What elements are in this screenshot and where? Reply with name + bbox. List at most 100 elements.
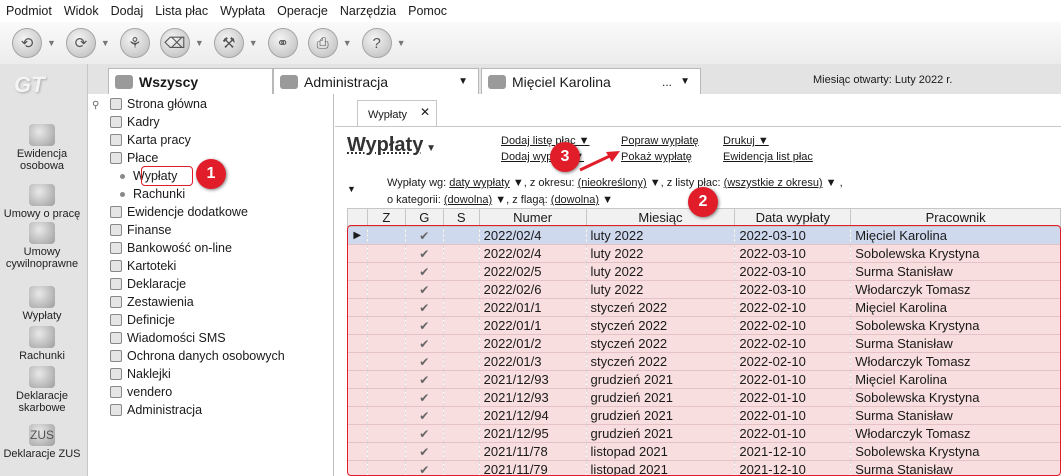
column-header[interactable]: Data wypłaty: [734, 208, 852, 227]
page-title[interactable]: Wypłaty ▼: [347, 134, 436, 157]
menu-item[interactable]: Pomoc: [408, 4, 447, 18]
table-row[interactable]: ✔ 2022/01/1 styczeń 2022 2022-02-10 Mięciel …: [347, 298, 1061, 317]
filter-list-value[interactable]: (wszystkie z okresu): [724, 177, 823, 189]
tab-administration[interactable]: Administracja ▼: [273, 68, 479, 94]
nav-item[interactable]: vendero: [110, 383, 172, 401]
filter-by-value[interactable]: daty wypłaty: [449, 177, 510, 189]
marker-2: 2: [688, 187, 718, 217]
toolbar-button[interactable]: ⟲ ▼: [12, 28, 56, 58]
menu-item[interactable]: Narzędzia: [340, 4, 396, 18]
toolbar-button[interactable]: ⌫ ▼: [159, 28, 204, 58]
column-header[interactable]: Numer: [478, 208, 587, 227]
tab-all-people[interactable]: Wszyscy: [108, 68, 273, 94]
menu-item[interactable]: Widok: [64, 4, 99, 18]
chevron-down-icon[interactable]: ▼: [47, 38, 56, 48]
toolbar-button[interactable]: ⚒ ▼: [213, 28, 258, 58]
nav-item[interactable]: Naklejki: [110, 365, 171, 383]
module-item[interactable]: Deklaracje skarbowe: [0, 366, 84, 414]
table-row[interactable]: ✔ 2021/11/78 listopad 2021 2021-12-10 Sobole…: [347, 442, 1061, 461]
nav-item[interactable]: Strona główna: [110, 95, 207, 113]
table-row[interactable]: ✔ 2022/01/1 styczeń 2022 2022-02-10 Sobolews…: [347, 316, 1061, 335]
print-link[interactable]: Drukuj ▼: [723, 135, 769, 147]
menu-item[interactable]: Operacje: [277, 4, 328, 18]
module-item[interactable]: Wypłaty: [0, 286, 84, 322]
flag-g-cell: ✔: [405, 370, 444, 389]
add-payroll-list-link[interactable]: Dodaj listę płac ▼: [501, 135, 590, 147]
payroll-registry-link[interactable]: Ewidencja list płac: [723, 151, 813, 163]
column-header[interactable]: G: [404, 208, 444, 227]
table-row[interactable]: ✔ 2021/12/93 grudzień 2021 2022-01-10 Sobole…: [347, 388, 1061, 407]
nav-item[interactable]: Administracja: [110, 401, 202, 419]
employee-cell: Mięciel Karolina: [850, 298, 1061, 317]
tab-person[interactable]: Mięciel Karolina ... ▼: [481, 68, 701, 94]
tab-divider: [335, 126, 1061, 127]
flag-z-cell: [367, 262, 406, 281]
filter-list-label: , z listy płac:: [660, 177, 721, 189]
module-item[interactable]: Rachunki: [0, 326, 84, 362]
module-item[interactable]: Umowy cywilnoprawne: [0, 222, 84, 270]
nav-item[interactable]: Rachunki: [120, 185, 185, 203]
table-row[interactable]: ✔ 2021/12/93 grudzień 2021 2022-01-10 Mięcie…: [347, 370, 1061, 389]
table-row[interactable]: ✔ 2022/01/2 styczeń 2022 2022-02-10 Surma St…: [347, 334, 1061, 353]
nav-item[interactable]: Płace: [110, 149, 158, 167]
table-row[interactable]: ✔ 2022/02/4 luty 2022 2022-03-10 Sobolewska …: [347, 244, 1061, 263]
nav-item[interactable]: Kartoteki: [110, 257, 176, 275]
module-item[interactable]: ZUS Deklaracje ZUS: [0, 424, 84, 460]
table-row[interactable]: ▶ ✔ 2022/02/4 luty 2022 2022-03-10 Mięciel Ka…: [347, 226, 1061, 245]
column-header[interactable]: S: [442, 208, 480, 227]
filter-toggle-icon[interactable]: ▼: [347, 184, 356, 194]
chevron-down-icon[interactable]: ▼: [397, 38, 406, 48]
number-cell: 2021/12/93: [479, 370, 587, 389]
column-header[interactable]: Pracownik: [850, 208, 1061, 227]
show-payment-link[interactable]: Pokaż wypłatę: [621, 151, 692, 163]
employee-cell: Surma Stanisław: [850, 406, 1061, 425]
chevron-down-icon[interactable]: ▼: [101, 38, 110, 48]
nav-item[interactable]: Zestawienia: [110, 293, 194, 311]
nav-item[interactable]: Kadry: [110, 113, 160, 131]
fix-payment-link[interactable]: Popraw wypłatę: [621, 135, 699, 147]
filter-flag-value[interactable]: (dowolna): [551, 194, 599, 206]
dropdown-arrow-icon[interactable]: ▼: [458, 76, 468, 87]
nav-item[interactable]: Ochrona danych osobowych: [110, 347, 285, 365]
close-icon[interactable]: ✕: [420, 105, 430, 119]
chevron-down-icon[interactable]: ▼: [195, 38, 204, 48]
nav-item[interactable]: Ewidencje dodatkowe: [110, 203, 248, 221]
document-tab-wyplaty[interactable]: Wypłaty ✕: [357, 100, 437, 126]
table-row[interactable]: ✔ 2021/11/79 listopad 2021 2021-12-10 Surma …: [347, 460, 1061, 476]
menu-item[interactable]: Podmiot: [6, 4, 52, 18]
nav-item[interactable]: Bankowość on-line: [110, 239, 232, 257]
nav-item-label: Bankowość on-line: [127, 241, 232, 255]
chevron-down-icon[interactable]: ▼: [343, 38, 352, 48]
table-row[interactable]: ✔ 2021/12/95 grudzień 2021 2022-01-10 Włodar…: [347, 424, 1061, 443]
nav-item[interactable]: Deklaracje: [110, 275, 186, 293]
nav-item[interactable]: Definicje: [110, 311, 175, 329]
nav-item[interactable]: Karta pracy: [110, 131, 191, 149]
flag-z-cell: [367, 460, 406, 476]
toolbar-button[interactable]: ⎙ ▼: [307, 28, 352, 58]
toolbar-button[interactable]: ? ▼: [361, 28, 406, 58]
filter-period-value[interactable]: (nieokreślony): [578, 177, 647, 189]
column-header[interactable]: Z: [366, 208, 406, 227]
menu-item[interactable]: Lista płac: [155, 4, 208, 18]
module-icon: [29, 184, 55, 206]
filter-category-value[interactable]: (dowolna): [444, 194, 492, 206]
toolbar-button[interactable]: ⚘: [119, 28, 150, 58]
nav-item-label: vendero: [127, 385, 173, 399]
table-row[interactable]: ✔ 2022/02/6 luty 2022 2022-03-10 Włodarczyk …: [347, 280, 1061, 299]
nav-item[interactable]: Wiadomości SMS: [110, 329, 226, 347]
toolbar-button[interactable]: ⟳ ▼: [65, 28, 110, 58]
tab-person-more[interactable]: ...: [662, 75, 672, 89]
table-row[interactable]: ✔ 2022/02/5 luty 2022 2022-03-10 Surma Stani…: [347, 262, 1061, 281]
module-item[interactable]: Umowy o pracę: [0, 184, 84, 220]
navigation-tree: ⚲ Strona główna Kadry Karta pracy Płace Wypł…: [88, 94, 334, 476]
module-item[interactable]: Ewidencja osobowa: [0, 124, 84, 172]
table-row[interactable]: ✔ 2021/12/94 grudzień 2021 2022-01-10 Surma …: [347, 406, 1061, 425]
menu-item[interactable]: Dodaj: [111, 4, 144, 18]
table-row[interactable]: ✔ 2022/01/3 styczeń 2022 2022-02-10 Włodarcz…: [347, 352, 1061, 371]
menu-item[interactable]: Wypłata: [220, 4, 265, 18]
nav-item[interactable]: Finanse: [110, 221, 171, 239]
pin-icon[interactable]: ⚲: [92, 100, 99, 111]
dropdown-arrow-icon[interactable]: ▼: [680, 76, 690, 87]
toolbar-button[interactable]: ⚭: [267, 28, 298, 58]
chevron-down-icon[interactable]: ▼: [249, 38, 258, 48]
